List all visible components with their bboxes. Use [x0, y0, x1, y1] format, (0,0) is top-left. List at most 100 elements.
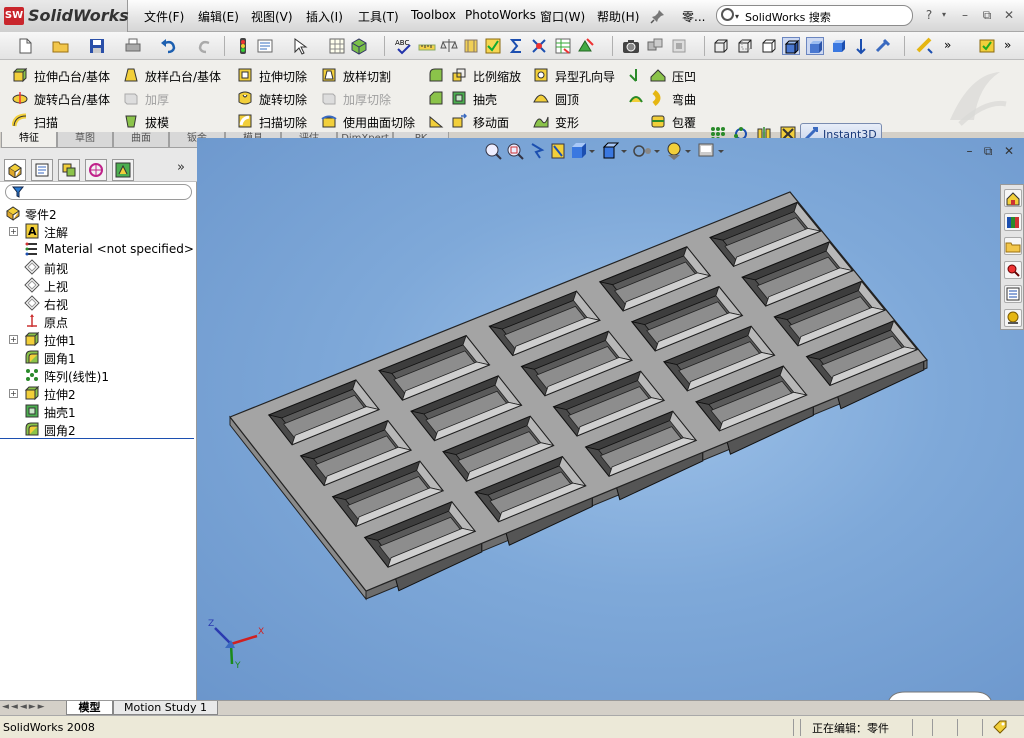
tab-scroll-arrows[interactable]: ◄◄◄►► — [2, 702, 47, 712]
extrude-icon — [24, 331, 40, 347]
check-icon[interactable] — [484, 37, 502, 55]
toolbar-overflow[interactable]: » — [1004, 38, 1011, 52]
hidden-lines-visible-icon[interactable] — [736, 37, 754, 55]
save-icon[interactable] — [88, 37, 106, 55]
restore-button[interactable]: ⧉ — [980, 8, 994, 22]
tree-item-label: 上视 — [44, 280, 69, 294]
redo-icon[interactable] — [196, 37, 214, 55]
command-label: 旋转切除 — [259, 93, 308, 107]
equations-icon[interactable] — [530, 37, 548, 55]
expand-toggle[interactable]: + — [9, 389, 18, 398]
rollback-bar[interactable] — [0, 438, 194, 439]
menu-view[interactable]: 视图(V) — [251, 8, 293, 25]
sum-icon[interactable] — [508, 37, 526, 55]
solidworks-resources-icon[interactable] — [1004, 189, 1022, 207]
dimxpert-manager-tab[interactable] — [85, 159, 107, 181]
view-palette-icon[interactable] — [1004, 285, 1022, 303]
print-icon[interactable] — [124, 37, 142, 55]
close-button[interactable]: ✕ — [1002, 8, 1016, 22]
menu-edit[interactable]: 编辑(E) — [198, 8, 239, 25]
design-library-icon[interactable] — [1004, 213, 1022, 231]
shaded-with-edges-icon[interactable] — [782, 37, 800, 55]
design-table-icon[interactable] — [554, 37, 572, 55]
toolbar-overflow[interactable]: » — [944, 38, 951, 52]
loft-boss-icon — [124, 68, 138, 82]
view-orientation-icon[interactable] — [830, 37, 848, 55]
sketch-relations-icon[interactable] — [916, 37, 934, 55]
menu-tools[interactable]: 工具(T) — [358, 8, 399, 25]
chamfer-icon — [429, 91, 443, 105]
search-icon[interactable] — [1004, 261, 1022, 279]
tool-icon[interactable] — [874, 37, 892, 55]
measure-icon[interactable] — [418, 37, 436, 55]
wireframe-view-icon[interactable] — [712, 37, 730, 55]
status-divider — [982, 719, 983, 736]
panel-overflow[interactable]: » — [177, 160, 185, 175]
grid-icon[interactable] — [328, 37, 346, 55]
appearances-icon[interactable] — [1004, 309, 1022, 327]
command-label: 拔模 — [145, 116, 170, 130]
property-manager-tab[interactable] — [31, 159, 53, 181]
tag-icon[interactable] — [992, 719, 1008, 735]
menu-help[interactable]: 帮助(H) — [597, 8, 639, 25]
minimize-button[interactable]: – — [958, 8, 972, 22]
section-properties-icon[interactable] — [462, 37, 480, 55]
mass-properties-icon[interactable] — [440, 37, 458, 55]
expand-toggle[interactable]: + — [9, 227, 18, 236]
menu-photoworks[interactable]: PhotoWorks — [465, 8, 536, 22]
chevron-down-icon[interactable]: ▾ — [937, 8, 951, 22]
hidden-lines-removed-icon[interactable] — [760, 37, 778, 55]
search-input[interactable]: ▾ SolidWorks 搜索 — [716, 5, 913, 26]
ds-watermark-icon — [950, 72, 1007, 126]
rebuild-icon[interactable] — [234, 37, 252, 55]
status-bar: SolidWorks 2008 正在编辑：零件 — [0, 715, 1024, 738]
feature-works-icon[interactable] — [577, 37, 595, 55]
options-icon[interactable] — [256, 37, 274, 55]
menu-toolbox[interactable]: Toolbox — [411, 8, 456, 22]
plane-icon — [24, 259, 40, 275]
solidworks-logo[interactable]: SW SolidWorks — [0, 0, 129, 32]
expand-toggle[interactable]: + — [9, 335, 18, 344]
new-document-icon[interactable] — [16, 37, 34, 55]
addins-icon[interactable] — [978, 37, 996, 55]
axis-y-label: Y — [234, 661, 241, 670]
indent-icon — [650, 69, 666, 82]
menu-window[interactable]: 窗口(W) — [540, 8, 585, 25]
chevron-down-icon[interactable]: ▾ — [735, 12, 739, 21]
menu-file[interactable]: 文件(F) — [144, 8, 184, 25]
tab-model[interactable]: 模型 — [66, 701, 113, 715]
menu-insert[interactable]: 插入(I) — [306, 8, 343, 25]
shaded-icon[interactable] — [806, 37, 824, 55]
ice-tray-part[interactable] — [197, 138, 1024, 700]
tab-surfaces[interactable]: 曲面 — [113, 132, 169, 148]
pin-icon[interactable] — [650, 8, 666, 24]
undo-icon[interactable] — [160, 37, 178, 55]
appearance-icon[interactable] — [350, 37, 368, 55]
tree-item-label: 圆角2 — [44, 424, 76, 438]
tab-motion-study-1[interactable]: Motion Study 1 — [113, 701, 218, 715]
help-icon[interactable]: ? — [922, 8, 936, 22]
display-manager-tab[interactable] — [112, 159, 134, 181]
tab-sketch[interactable]: 草图 — [57, 132, 113, 148]
extrude-boss-icon — [12, 67, 28, 83]
menu-bar: SW SolidWorks 文件(F) 编辑(E) 视图(V) 插入(I) 工具… — [0, 0, 1024, 32]
graphics-area[interactable]: – ⧉ ✕ X Z Y — [197, 138, 1024, 700]
assembly-icon[interactable] — [646, 37, 664, 55]
spell-check-icon[interactable]: ABC — [394, 37, 412, 55]
perspective-icon[interactable] — [852, 37, 870, 55]
configuration-manager-tab[interactable] — [58, 159, 80, 181]
camera-icon[interactable] — [622, 37, 640, 55]
open-icon[interactable] — [52, 37, 70, 55]
file-explorer-icon[interactable] — [1004, 237, 1022, 255]
tree-filter-input[interactable] — [5, 184, 192, 200]
axis-x-label: X — [258, 627, 264, 637]
feature-manager-tab[interactable] — [4, 159, 26, 181]
command-label: 使用曲面切除 — [343, 116, 416, 130]
dome-icon — [533, 94, 549, 103]
drawing-icon[interactable] — [670, 37, 688, 55]
status-divider — [957, 719, 958, 736]
reference-geometry-icon — [629, 69, 637, 82]
tab-features[interactable]: 特征 — [1, 132, 57, 148]
shell-icon — [452, 91, 466, 105]
select-icon[interactable] — [292, 37, 310, 55]
